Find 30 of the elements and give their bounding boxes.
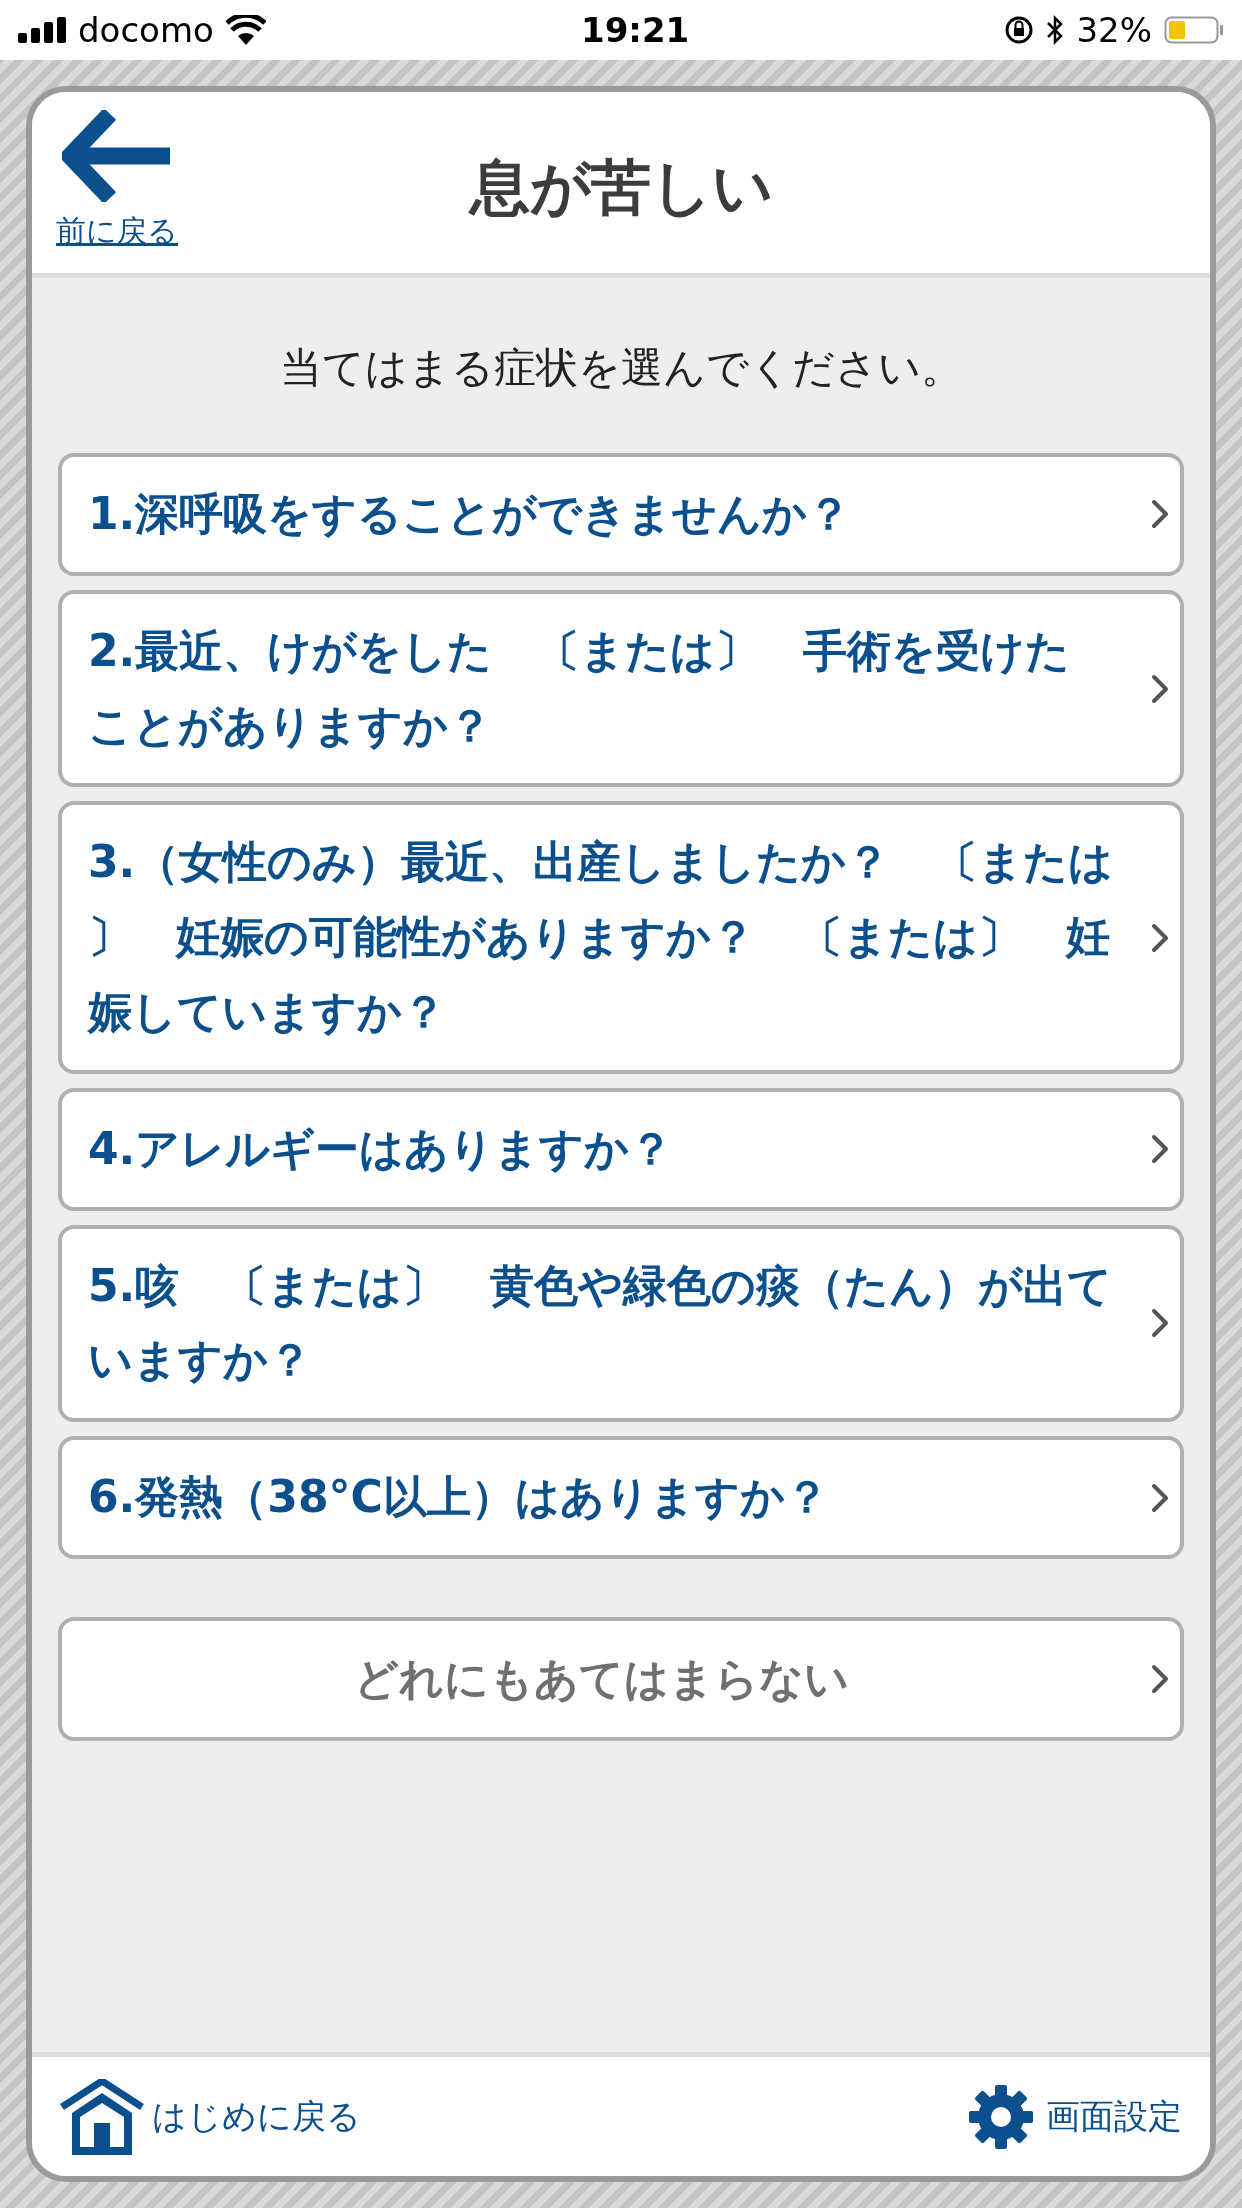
- settings-icon: [968, 2083, 1034, 2150]
- signal-icon: [18, 17, 66, 43]
- back-arrow-icon: [62, 110, 172, 202]
- wifi-icon: [225, 15, 266, 45]
- chevron-icon: [1150, 1662, 1170, 1695]
- option-button[interactable]: 6.発熱（38°C以上）はありますか？: [58, 1436, 1184, 1559]
- battery-percent: 32%: [1076, 8, 1152, 52]
- option-button[interactable]: 1.深呼吸をすることができませんか？: [58, 453, 1184, 576]
- battery-icon: [1164, 16, 1224, 44]
- clock-time: 19:21: [581, 8, 690, 52]
- back-button[interactable]: 前に戻る: [56, 110, 178, 253]
- option-button[interactable]: 3.（女性のみ）最近、出産しましたか？ 〔または〕 妊娠の可能性がありますか？ 〔または〕 妊娠していますか？: [58, 801, 1184, 1074]
- chevron-icon: [1150, 1307, 1170, 1340]
- option-button[interactable]: 2.最近、けがをした 〔または〕 手術を受けたことがありますか？: [58, 589, 1184, 788]
- rotation-lock-icon: [1004, 15, 1035, 45]
- chevron-icon: [1150, 1481, 1170, 1514]
- bluetooth-icon: [1046, 15, 1065, 45]
- instruction-text: 当てはまる症状を選んでください。: [278, 342, 964, 394]
- option-button[interactable]: 5.咳 〔または〕 黄色や緑色の痰（たん）が出ていますか？: [58, 1224, 1184, 1423]
- chevron-icon: [1150, 921, 1170, 954]
- home-button[interactable]: はじめに戻る: [60, 2078, 361, 2155]
- home-icon: [60, 2078, 144, 2155]
- chevron-icon: [1150, 498, 1170, 531]
- option-button[interactable]: どれにもあてはまらない: [58, 1616, 1184, 1741]
- settings-button[interactable]: 画面設定: [968, 2083, 1182, 2150]
- chevron-icon: [1150, 672, 1170, 705]
- carrier-name: docomo: [78, 8, 214, 52]
- chevron-icon: [1150, 1133, 1170, 1166]
- option-button[interactable]: 4.アレルギーはありますか？: [58, 1087, 1184, 1211]
- page-title: 息が苦しい: [469, 150, 773, 224]
